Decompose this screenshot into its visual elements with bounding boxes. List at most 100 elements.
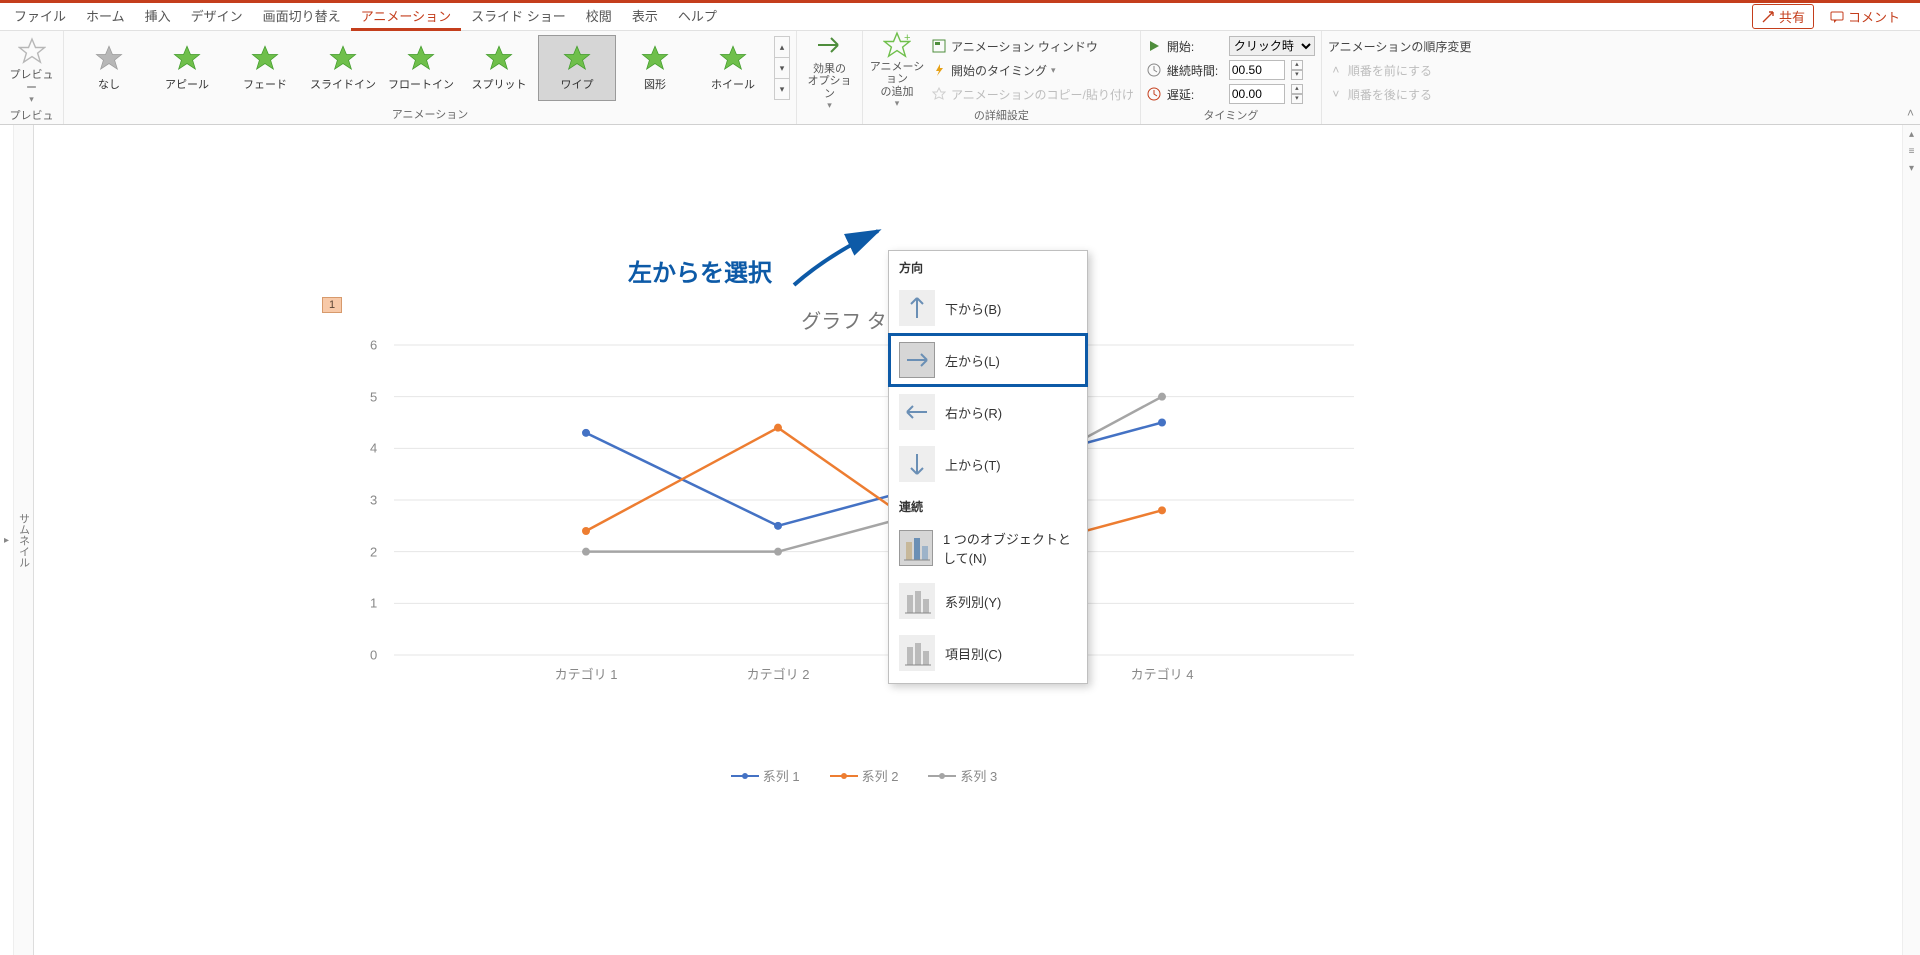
tab-insert[interactable]: 挿入: [135, 3, 181, 31]
star-icon: [563, 44, 591, 72]
rail-mid-icon[interactable]: ≡: [1909, 146, 1915, 157]
animation-なし[interactable]: なし: [70, 35, 148, 101]
tab-transitions[interactable]: 画面切り替え: [253, 3, 351, 31]
animation-図形[interactable]: 図形: [616, 35, 694, 101]
arrow-right-icon: [899, 342, 935, 378]
bars-icon: [899, 530, 933, 566]
delay-clock-icon: [1147, 87, 1161, 101]
move-after-label: 順番を後にする: [1348, 86, 1432, 103]
x-tick-label: カテゴリ 4: [1131, 664, 1194, 683]
animation-painter-button[interactable]: アニメーションのコピー/貼り付け: [931, 83, 1134, 105]
spin-down-icon[interactable]: ▾: [1291, 94, 1303, 104]
comment-label: コメント: [1848, 7, 1900, 26]
direction-option-up[interactable]: 下から(B): [889, 282, 1087, 334]
delay-input[interactable]: [1229, 84, 1285, 104]
animation-ホイール[interactable]: ホイール: [694, 35, 772, 101]
star-icon: [329, 44, 357, 72]
duration-label: 継続時間:: [1167, 62, 1223, 79]
tab-help[interactable]: ヘルプ: [668, 3, 727, 31]
move-before-button[interactable]: ˄ 順番を前にする: [1328, 59, 1472, 81]
preview-star-icon: [16, 35, 48, 67]
comment-button[interactable]: コメント: [1822, 4, 1908, 29]
effect-options-label: 効果の オプション: [803, 63, 856, 99]
collapse-ribbon-icon[interactable]: ˄: [1907, 106, 1914, 120]
add-star-icon: +: [881, 31, 913, 59]
effect-options-button[interactable]: 効果の オプション ▾: [803, 35, 856, 105]
tab-review[interactable]: 校閲: [576, 3, 622, 31]
animation-ワイプ[interactable]: ワイプ: [538, 35, 616, 101]
tab-file[interactable]: ファイル: [4, 3, 76, 31]
gallery-scroll[interactable]: ▴ ▾ ▾: [774, 36, 790, 100]
thumbnail-expand-icon[interactable]: ▸: [0, 125, 14, 955]
sequence-option-2[interactable]: 項目別(C): [889, 627, 1087, 679]
share-label: 共有: [1779, 7, 1805, 26]
preview-button[interactable]: プレビュー ▾: [6, 35, 57, 105]
spin-down-icon[interactable]: ▾: [1291, 70, 1303, 80]
animation-スプリット[interactable]: スプリット: [460, 35, 538, 101]
animation-tag[interactable]: 1: [322, 297, 342, 313]
chart[interactable]: グラフ タイト 0123456カテゴリ 1カテゴリ 2カテゴリ 3カテゴリ 4 …: [334, 305, 1394, 725]
duration-input[interactable]: [1229, 60, 1285, 80]
tab-slideshow[interactable]: スライド ショー: [461, 3, 576, 31]
tab-design[interactable]: デザイン: [181, 3, 253, 31]
workspace: ▸ サムネイル グラフ タイト 0123456カテゴリ 1カテゴリ 2カテゴリ …: [0, 125, 1920, 955]
gallery-item-label: フェード: [243, 76, 287, 92]
rail-down-icon[interactable]: ▾: [1909, 163, 1914, 174]
gallery-item-label: フロートイン: [388, 76, 454, 92]
gallery-item-label: ワイプ: [561, 76, 594, 92]
share-icon: [1761, 10, 1775, 24]
animation-フェード[interactable]: フェード: [226, 35, 304, 101]
spin-up-icon[interactable]: ▴: [1291, 60, 1303, 70]
animation-アピール[interactable]: アピール: [148, 35, 226, 101]
chart-title: グラフ タイト: [334, 305, 1394, 334]
slide-canvas[interactable]: グラフ タイト 0123456カテゴリ 1カテゴリ 2カテゴリ 3カテゴリ 4 …: [34, 125, 1902, 955]
direction-option-down[interactable]: 上から(T): [889, 438, 1087, 490]
direction-option-right[interactable]: 左から(L): [889, 334, 1087, 386]
y-tick-label: 4: [370, 441, 377, 456]
tab-home[interactable]: ホーム: [76, 3, 135, 31]
gallery-more-icon[interactable]: ▾: [775, 79, 789, 99]
pane-icon: [931, 38, 947, 54]
chart-legend: 系列 1系列 2系列 3: [334, 766, 1394, 785]
trigger-button[interactable]: 開始のタイミング ▾: [931, 59, 1134, 81]
arrow-down-icon: [899, 446, 935, 482]
add-animation-label: アニメーション の追加: [869, 61, 925, 97]
move-after-button[interactable]: ˅ 順番を後にする: [1328, 83, 1472, 105]
y-tick-label: 5: [370, 389, 377, 404]
direction-option-left[interactable]: 右から(R): [889, 386, 1087, 438]
direction-option-label: 上から(T): [945, 455, 1001, 474]
tab-view[interactable]: 表示: [622, 3, 668, 31]
chevron-up-icon: ˄: [1328, 62, 1344, 78]
star-icon: [485, 44, 513, 72]
add-animation-button[interactable]: + アニメーション の追加 ▾: [869, 35, 925, 105]
star-icon: [251, 44, 279, 72]
gallery-item-label: なし: [98, 76, 120, 92]
animation-フロートイン[interactable]: フロートイン: [382, 35, 460, 101]
reorder-title: アニメーションの順序変更: [1328, 35, 1472, 57]
sequence-option-1[interactable]: 系列別(Y): [889, 575, 1087, 627]
start-label: 開始:: [1167, 38, 1223, 55]
sequence-header: 連続: [889, 490, 1087, 521]
rail-up-icon[interactable]: ▴: [1909, 129, 1914, 140]
trigger-label: 開始のタイミング: [951, 62, 1047, 79]
animation-pane-button[interactable]: アニメーション ウィンドウ: [931, 35, 1134, 57]
arrow-left-icon: [899, 394, 935, 430]
animation-スライドイン[interactable]: スライドイン: [304, 35, 382, 101]
spin-up-icon[interactable]: ▴: [1291, 84, 1303, 94]
gallery-down-icon[interactable]: ▾: [775, 58, 789, 79]
gallery-up-icon[interactable]: ▴: [775, 37, 789, 58]
share-button[interactable]: 共有: [1752, 4, 1814, 29]
thumbnail-rail[interactable]: サムネイル: [14, 125, 34, 955]
gallery-item-label: スプリット: [472, 76, 527, 92]
arrow-up-icon: [899, 290, 935, 326]
tab-animations[interactable]: アニメーション: [351, 3, 461, 31]
direction-option-label: 右から(R): [945, 403, 1002, 422]
ribbon: プレビュー ▾ プレビュー なしアピールフェードスライドインフロートインスプリッ…: [0, 31, 1920, 125]
sequence-option-0[interactable]: 1 つのオブジェクトとして(N): [889, 521, 1087, 575]
start-select[interactable]: クリック時: [1229, 36, 1315, 56]
play-icon: [1147, 39, 1161, 53]
chevron-down-icon: ˅: [1328, 86, 1344, 102]
delay-label: 遅延:: [1167, 86, 1223, 103]
legend-item: 系列 1: [731, 766, 800, 785]
sequence-option-label: 項目別(C): [945, 644, 1002, 663]
